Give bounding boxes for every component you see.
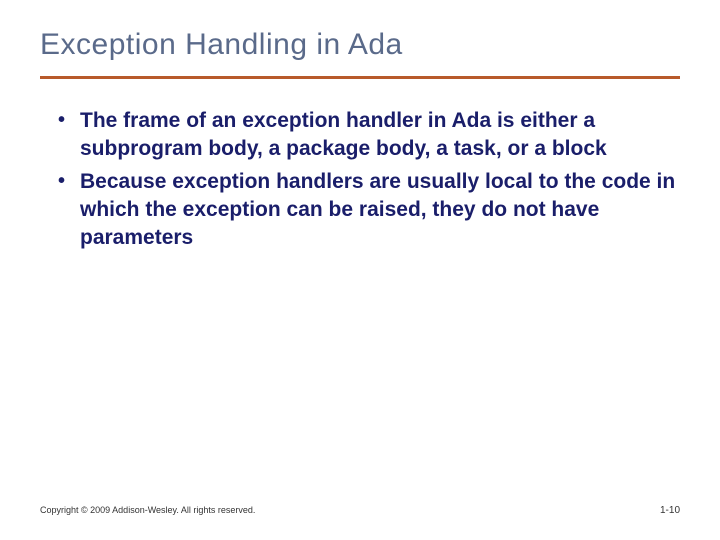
slide-title: Exception Handling in Ada (40, 28, 680, 62)
bullet-item: Because exception handlers are usually l… (54, 168, 680, 253)
bullet-list: The frame of an exception handler in Ada… (40, 107, 680, 253)
copyright-text: Copyright © 2009 Addison-Wesley. All rig… (40, 505, 255, 515)
slide-footer: Copyright © 2009 Addison-Wesley. All rig… (40, 505, 680, 516)
page-number: 1-10 (660, 505, 680, 516)
bullet-item: The frame of an exception handler in Ada… (54, 107, 680, 164)
title-divider (40, 76, 680, 79)
slide-container: Exception Handling in Ada The frame of a… (0, 0, 720, 540)
